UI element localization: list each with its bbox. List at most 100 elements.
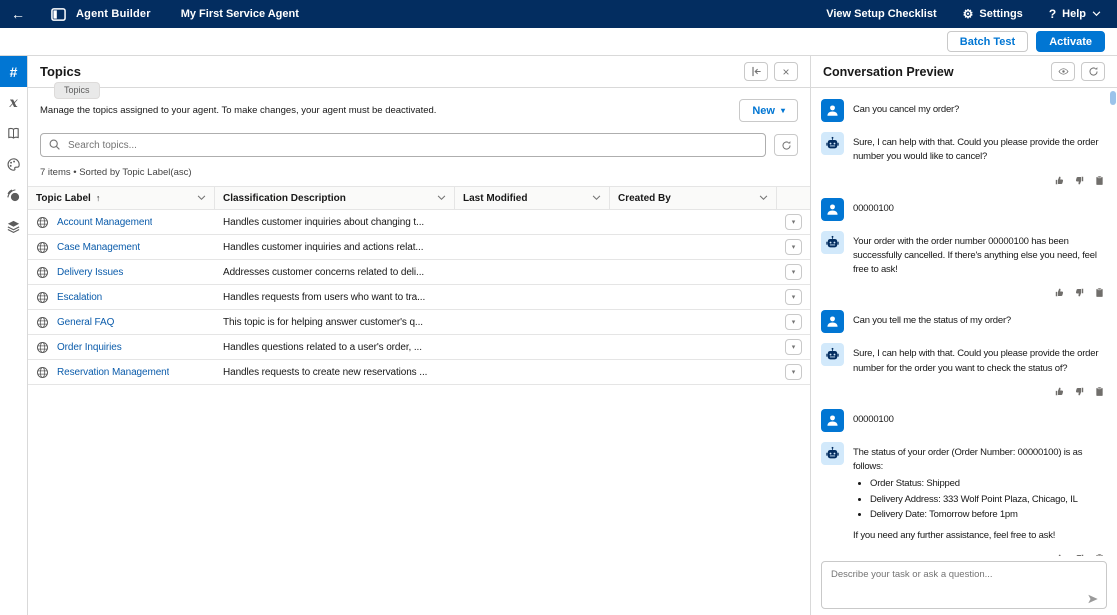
thumbs-up-icon[interactable] (1054, 287, 1065, 298)
back-arrow-icon[interactable]: ← (0, 7, 35, 21)
search-topics-input[interactable] (40, 133, 766, 157)
book-icon (6, 126, 21, 141)
classification-description: Handles customer inquiries and actions r… (223, 242, 423, 253)
row-actions-menu-button[interactable]: ▾ (785, 289, 802, 305)
copy-clipboard-icon[interactable] (1094, 386, 1105, 397)
copy-clipboard-icon[interactable] (1094, 175, 1105, 186)
caret-down-icon: ▾ (781, 107, 785, 115)
row-actions-menu-button[interactable]: ▾ (785, 264, 802, 280)
search-icon (48, 138, 61, 151)
chat-message-input[interactable] (821, 561, 1107, 609)
settings-menu[interactable]: ⚙ Settings (963, 8, 1023, 20)
globe-icon (36, 291, 49, 304)
refresh-list-button[interactable] (774, 134, 798, 156)
collapse-panel-button[interactable] (744, 62, 768, 81)
bot-message-group: Sure, I can help with that. Could you pl… (821, 343, 1107, 397)
reset-conversation-button[interactable] (1081, 62, 1105, 81)
sidebar-item-channels[interactable] (0, 180, 27, 211)
layers-icon (6, 219, 21, 234)
topic-link[interactable]: Escalation (57, 292, 102, 303)
thumbs-down-icon[interactable] (1074, 287, 1085, 298)
cell-classification-description: Handles questions related to a user's or… (215, 342, 455, 353)
column-chevron-icon[interactable] (197, 195, 206, 201)
classification-description: Handles requests from users who want to … (223, 292, 425, 303)
topics-description-row: Manage the topics assigned to your agent… (28, 88, 810, 131)
column-header[interactable]: Classification Description (215, 187, 455, 209)
topic-link[interactable]: Delivery Issues (57, 267, 123, 278)
topic-link[interactable]: General FAQ (57, 317, 114, 328)
row-actions-menu-button[interactable]: ▾ (785, 214, 802, 230)
bot-message-group: Your order with the order number 0000010… (821, 231, 1107, 299)
thumbs-down-icon[interactable] (1074, 175, 1085, 186)
bot-message-group: The status of your order (Order Number: … (821, 442, 1107, 556)
sidebar-item-variables[interactable]: x (0, 87, 27, 118)
app-title: Agent Builder (76, 8, 151, 20)
sort-asc-icon: ↑ (96, 193, 101, 203)
robot-icon (825, 446, 840, 461)
sidebar-item-knowledge[interactable] (0, 118, 27, 149)
preview-visibility-button[interactable] (1051, 62, 1075, 81)
message-feedback-row (821, 175, 1105, 186)
view-setup-checklist-link[interactable]: View Setup Checklist (826, 8, 936, 20)
column-header-label: Classification Description (223, 193, 346, 204)
user-message-text: 00000100 (853, 409, 894, 432)
batch-test-button[interactable]: Batch Test (947, 31, 1028, 52)
column-header-actions (777, 187, 810, 209)
cell-classification-description: Handles customer inquiries about changin… (215, 217, 455, 228)
thumbs-down-icon[interactable] (1074, 386, 1085, 397)
sidebar-item-versions[interactable] (0, 211, 27, 242)
row-actions-menu-button[interactable]: ▾ (785, 314, 802, 330)
conversation-actions (1051, 62, 1105, 81)
chevron-down-icon (1092, 11, 1101, 17)
cell-row-actions: ▾ (777, 339, 810, 355)
bot-message: Sure, I can help with that. Could you pl… (821, 132, 1107, 165)
column-chevron-icon[interactable] (592, 195, 601, 201)
globe-icon (36, 241, 49, 254)
user-avatar (821, 99, 844, 122)
column-header[interactable]: Topic Label ↑ (28, 187, 215, 209)
caret-down-icon: ▾ (792, 318, 796, 326)
sidebar-item-theme[interactable] (0, 149, 27, 180)
user-avatar (821, 310, 844, 333)
bot-message-text: Your order with the order number 0000010… (853, 235, 1107, 278)
column-header[interactable]: Created By (610, 187, 777, 209)
topic-link[interactable]: Order Inquiries (57, 342, 122, 353)
topic-link[interactable]: Reservation Management (57, 367, 169, 378)
globe-icon (36, 266, 49, 279)
thumbs-up-icon[interactable] (1054, 386, 1065, 397)
message-feedback-row (821, 386, 1105, 397)
column-chevron-icon[interactable] (437, 195, 446, 201)
table-row: Account Management Handles customer inqu… (28, 210, 810, 235)
variable-x-icon: x (9, 95, 17, 111)
activate-button[interactable]: Activate (1036, 31, 1105, 52)
copy-clipboard-icon[interactable] (1094, 287, 1105, 298)
column-chevron-icon[interactable] (759, 195, 768, 201)
conversation-title: Conversation Preview (823, 65, 954, 79)
cell-topic-label: Delivery Issues (28, 266, 215, 279)
help-menu[interactable]: ? Help (1049, 7, 1101, 21)
cell-classification-description: Handles requests to create new reservati… (215, 367, 455, 378)
top-navbar: ← Agent Builder My First Service Agent V… (0, 0, 1117, 28)
new-topic-button[interactable]: New ▾ (739, 99, 798, 122)
cell-row-actions: ▾ (777, 264, 810, 280)
search-box (40, 133, 766, 157)
sidebar-item-topics[interactable]: # (0, 56, 27, 87)
person-icon (825, 103, 840, 118)
column-header[interactable]: Last Modified (455, 187, 610, 209)
user-message: Can you tell me the status of my order? (821, 310, 1107, 333)
chat-scrollbar-thumb[interactable] (1110, 91, 1116, 105)
row-actions-menu-button[interactable]: ▾ (785, 364, 802, 380)
agent-name: My First Service Agent (181, 8, 299, 20)
cell-topic-label: Case Management (28, 241, 215, 254)
topic-link[interactable]: Case Management (57, 242, 140, 253)
row-actions-menu-button[interactable]: ▾ (785, 339, 802, 355)
globe-icon (36, 316, 49, 329)
bot-message-text: The status of your order (Order Number: … (853, 446, 1107, 475)
user-message-text: Can you cancel my order? (853, 99, 959, 122)
topic-link[interactable]: Account Management (57, 217, 152, 228)
thumbs-up-icon[interactable] (1054, 175, 1065, 186)
close-panel-button[interactable]: × (774, 62, 798, 81)
row-actions-menu-button[interactable]: ▾ (785, 239, 802, 255)
user-message: 00000100 (821, 198, 1107, 221)
send-icon[interactable] (1087, 593, 1099, 605)
